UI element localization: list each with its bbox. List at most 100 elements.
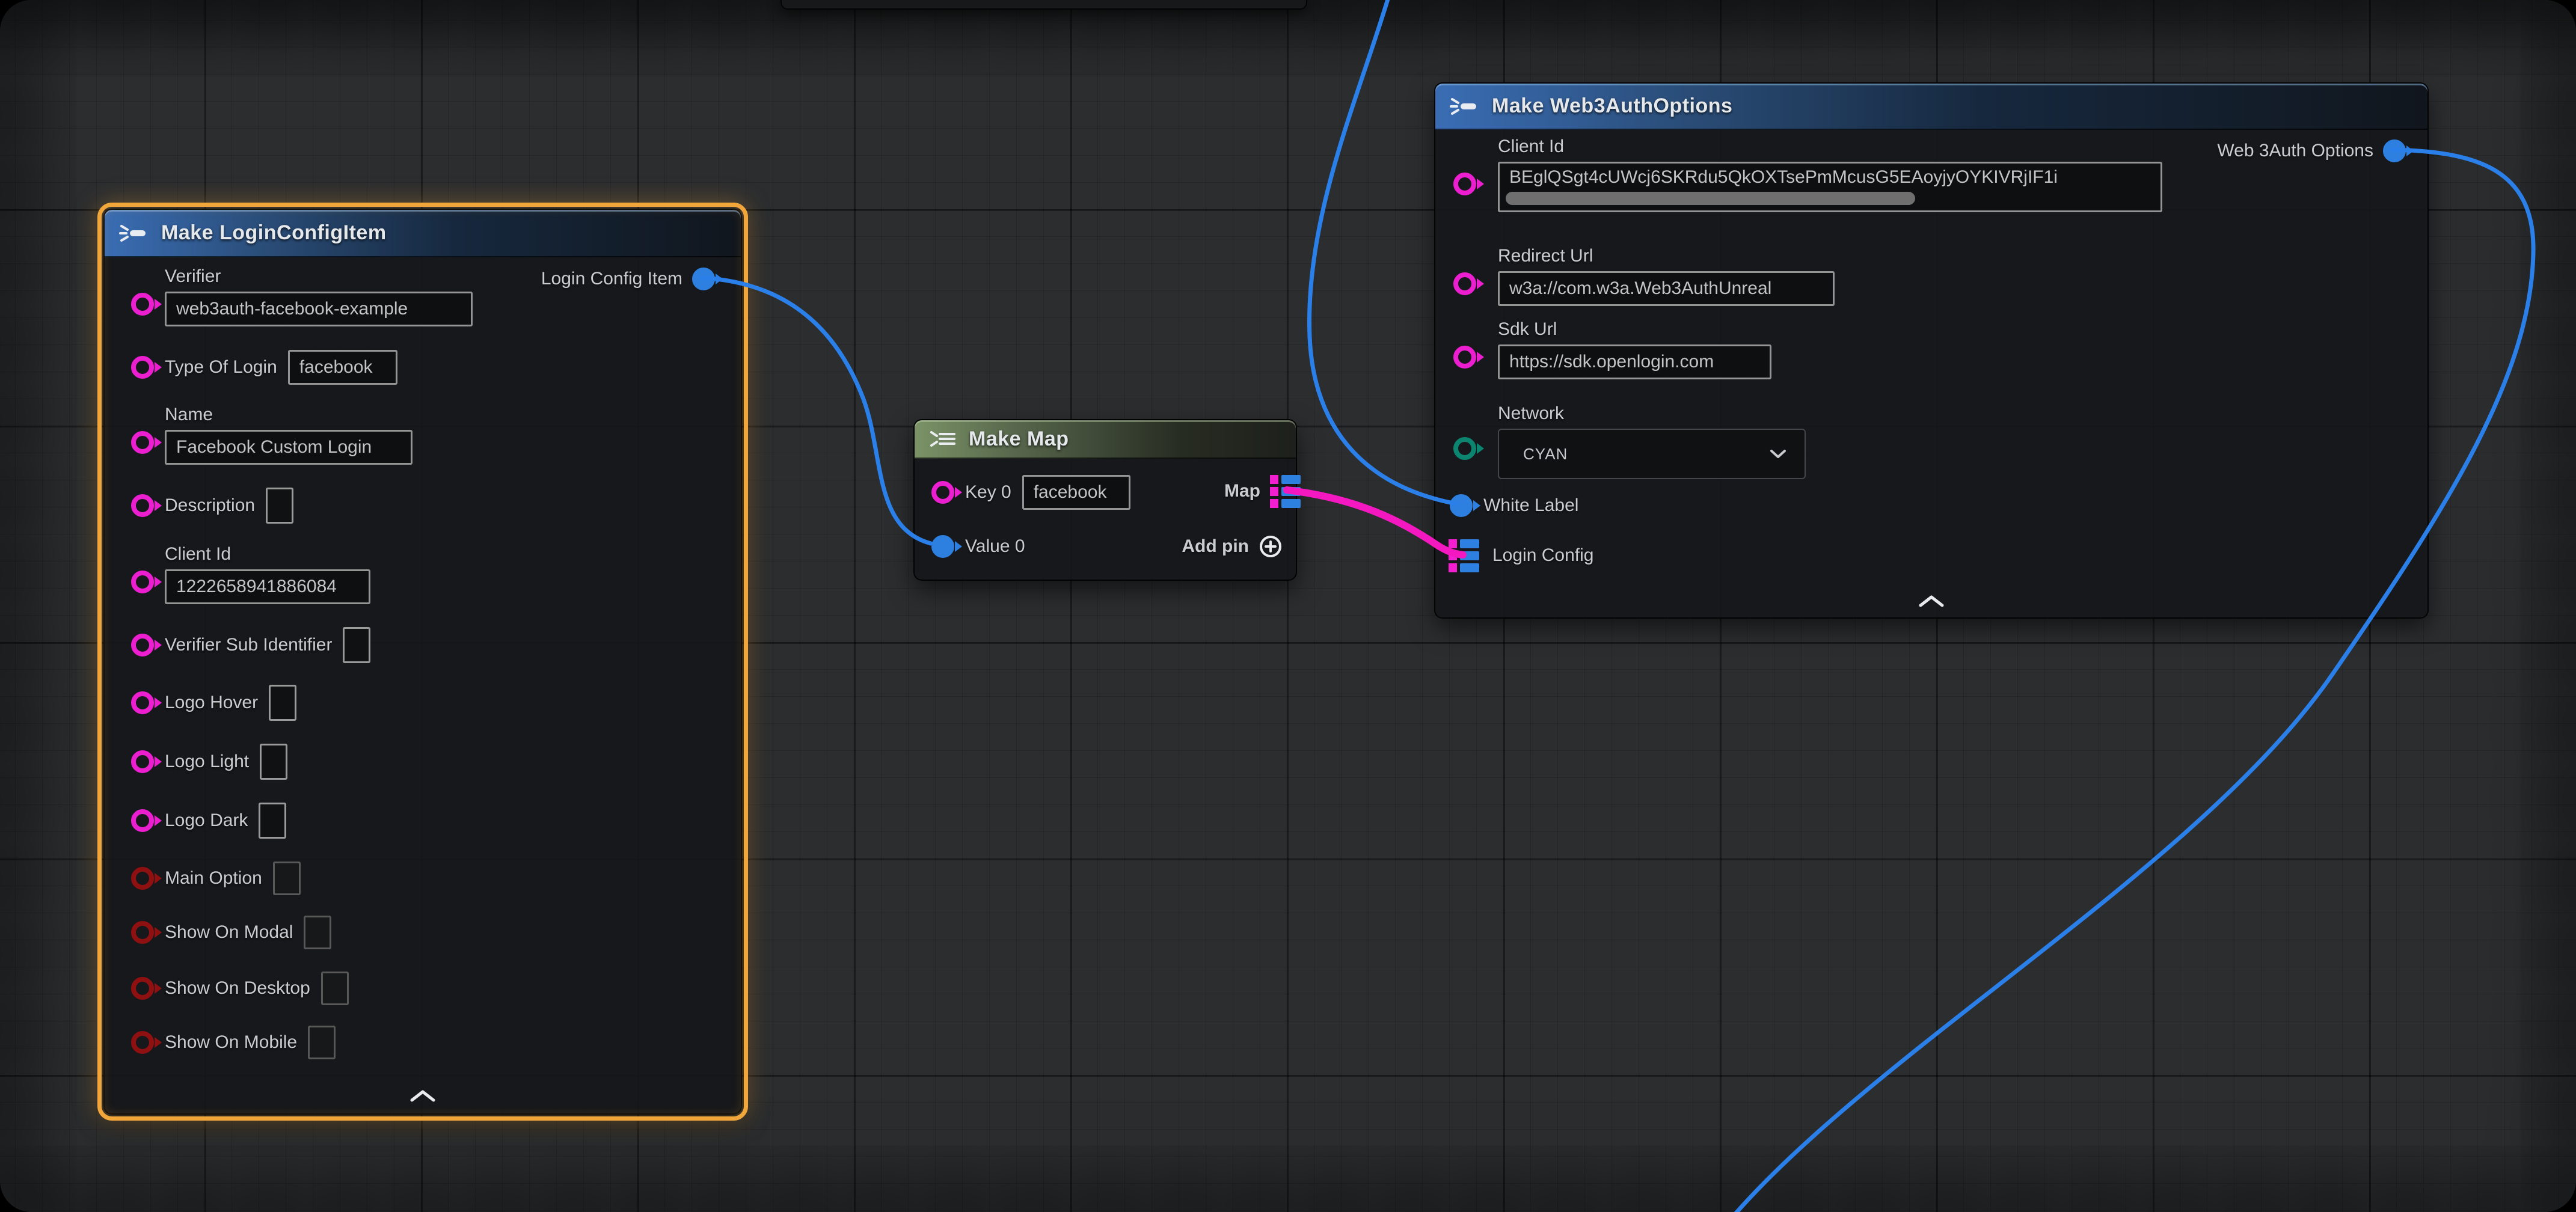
name-pin[interactable] bbox=[131, 431, 154, 454]
show-on-modal-label: Show On Modal bbox=[165, 921, 293, 944]
client-id-pin[interactable] bbox=[1453, 173, 1476, 195]
name-label: Name bbox=[165, 403, 741, 426]
main-option-checkbox[interactable] bbox=[273, 862, 301, 895]
verifier-sub-identifier-pin[interactable] bbox=[131, 634, 154, 656]
row-show-on-mobile: Show On Mobile bbox=[105, 1024, 741, 1060]
node-title: Make Map bbox=[969, 427, 1069, 451]
value0-pin[interactable] bbox=[931, 535, 954, 558]
make-struct-icon bbox=[1450, 97, 1481, 115]
sdk-url-pin[interactable] bbox=[1453, 346, 1476, 369]
verifier-sub-identifier-input[interactable] bbox=[343, 627, 370, 663]
name-input[interactable]: Facebook Custom Login bbox=[165, 430, 412, 465]
row-main-option: Main Option bbox=[105, 860, 741, 896]
add-pin-button[interactable]: Add pin bbox=[1182, 530, 1283, 563]
logo-hover-input[interactable] bbox=[269, 685, 296, 721]
make-struct-icon bbox=[119, 224, 150, 242]
row-description: Description bbox=[105, 488, 741, 524]
row-white-label: White Label bbox=[1435, 488, 2427, 524]
node-make-map[interactable]: Make Map Key 0 facebook Map Value 0 Add … bbox=[913, 419, 1297, 581]
show-on-mobile-checkbox[interactable] bbox=[308, 1026, 336, 1059]
description-label: Description bbox=[165, 494, 255, 517]
client-id-input[interactable]: 1222658941886084 bbox=[165, 569, 370, 604]
add-pin-icon[interactable] bbox=[1259, 534, 1283, 559]
key0-label: Key 0 bbox=[965, 481, 1011, 504]
main-option-label: Main Option bbox=[165, 867, 262, 890]
chevron-down-icon bbox=[1770, 448, 1786, 459]
map-pin[interactable] bbox=[1270, 475, 1301, 508]
verifier-label: Verifier bbox=[165, 265, 741, 288]
key0-pin[interactable] bbox=[931, 481, 954, 504]
login-config-pin[interactable] bbox=[1449, 539, 1479, 572]
show-on-desktop-label: Show On Desktop bbox=[165, 977, 310, 1000]
logo-light-label: Logo Light bbox=[165, 750, 249, 773]
redirect-url-label: Redirect Url bbox=[1498, 245, 2427, 268]
collapse-chevron[interactable] bbox=[1918, 595, 1945, 608]
collapse-chevron[interactable] bbox=[409, 1089, 436, 1103]
sdk-url-input[interactable]: https://sdk.openlogin.com bbox=[1498, 344, 1771, 379]
add-pin-label: Add pin bbox=[1182, 535, 1249, 558]
type-of-login-label: Type Of Login bbox=[165, 356, 277, 379]
verifier-pin[interactable] bbox=[131, 293, 154, 316]
row-verifier: Verifier web3auth-facebook-example bbox=[105, 265, 741, 326]
node-header[interactable]: Make LoginConfigItem bbox=[105, 210, 741, 257]
logo-dark-input[interactable] bbox=[259, 803, 286, 839]
blueprint-graph-canvas[interactable]: Make LoginConfigItem Login Config Item V… bbox=[0, 0, 2576, 1212]
show-on-mobile-pin[interactable] bbox=[131, 1031, 154, 1054]
network-value: CYAN bbox=[1523, 445, 1568, 464]
type-of-login-pin[interactable] bbox=[131, 356, 154, 379]
show-on-modal-checkbox[interactable] bbox=[304, 916, 331, 949]
row-sdk-url: Sdk Url https://sdk.openlogin.com bbox=[1435, 318, 2427, 379]
client-id-pin[interactable] bbox=[131, 571, 154, 593]
node-make-web3authoptions[interactable]: Make Web3AuthOptions Web 3Auth Options C… bbox=[1434, 82, 2429, 619]
network-pin[interactable] bbox=[1453, 437, 1476, 460]
show-on-desktop-checkbox[interactable] bbox=[321, 972, 349, 1005]
type-of-login-input[interactable]: facebook bbox=[288, 350, 397, 385]
logo-hover-label: Logo Hover bbox=[165, 691, 258, 714]
redirect-url-input[interactable]: w3a://com.w3a.Web3AuthUnreal bbox=[1498, 271, 1835, 306]
row-network: Network CYAN bbox=[1435, 402, 2427, 479]
show-on-modal-pin[interactable] bbox=[131, 921, 154, 944]
redirect-url-pin[interactable] bbox=[1453, 272, 1476, 295]
client-id-input[interactable]: BEglQSgt4cUWcj6SKRdu5QkOXTsePmMcusG5EAoy… bbox=[1498, 162, 2162, 212]
row-logo-light: Logo Light bbox=[105, 744, 741, 780]
node-make-loginconfigitem[interactable]: Make LoginConfigItem Login Config Item V… bbox=[103, 209, 742, 1115]
logo-light-pin[interactable] bbox=[131, 750, 154, 773]
row-verifier-sub-identifier: Verifier Sub Identifier bbox=[105, 627, 741, 663]
row-name: Name Facebook Custom Login bbox=[105, 403, 741, 465]
client-id-label: Client Id bbox=[1498, 135, 2427, 158]
make-map-icon bbox=[929, 430, 958, 448]
logo-hover-pin[interactable] bbox=[131, 691, 154, 714]
offscreen-node-top[interactable] bbox=[780, 0, 1307, 10]
client-id-value: BEglQSgt4cUWcj6SKRdu5QkOXTsePmMcusG5EAoy… bbox=[1509, 167, 2058, 188]
white-label-pin[interactable] bbox=[1450, 494, 1473, 517]
verifier-sub-identifier-label: Verifier Sub Identifier bbox=[165, 634, 332, 656]
logo-dark-pin[interactable] bbox=[131, 809, 154, 832]
row-type-of-login: Type Of Login facebook bbox=[105, 349, 741, 385]
value0-label: Value 0 bbox=[965, 535, 1025, 558]
client-id-label: Client Id bbox=[165, 543, 741, 566]
row-login-config: Login Config bbox=[1435, 537, 2427, 574]
output-map[interactable]: Map bbox=[1224, 474, 1301, 508]
key0-input[interactable]: facebook bbox=[1022, 475, 1130, 510]
description-input[interactable] bbox=[266, 488, 293, 524]
row-show-on-desktop: Show On Desktop bbox=[105, 970, 741, 1006]
node-header[interactable]: Make Map bbox=[915, 420, 1296, 459]
row-redirect-url: Redirect Url w3a://com.w3a.Web3AuthUnrea… bbox=[1435, 245, 2427, 306]
description-pin[interactable] bbox=[131, 494, 154, 517]
network-dropdown[interactable]: CYAN bbox=[1498, 429, 1806, 479]
node-title: Make LoginConfigItem bbox=[161, 221, 387, 245]
row-client-id: Client Id 1222658941886084 bbox=[105, 543, 741, 604]
main-option-pin[interactable] bbox=[131, 867, 154, 890]
logo-light-input[interactable] bbox=[260, 744, 287, 780]
row-client-id: Client Id BEglQSgt4cUWcj6SKRdu5QkOXTsePm… bbox=[1435, 135, 2427, 212]
white-label-label: White Label bbox=[1483, 494, 1578, 517]
map-label: Map bbox=[1224, 480, 1260, 503]
show-on-desktop-pin[interactable] bbox=[131, 977, 154, 1000]
row-show-on-modal: Show On Modal bbox=[105, 914, 741, 950]
node-header[interactable]: Make Web3AuthOptions bbox=[1435, 84, 2427, 130]
verifier-input[interactable]: web3auth-facebook-example bbox=[165, 292, 473, 326]
node-title: Make Web3AuthOptions bbox=[1492, 94, 1732, 118]
logo-dark-label: Logo Dark bbox=[165, 809, 248, 832]
row-logo-hover: Logo Hover bbox=[105, 685, 741, 721]
client-id-scrollbar[interactable] bbox=[1506, 192, 1915, 205]
